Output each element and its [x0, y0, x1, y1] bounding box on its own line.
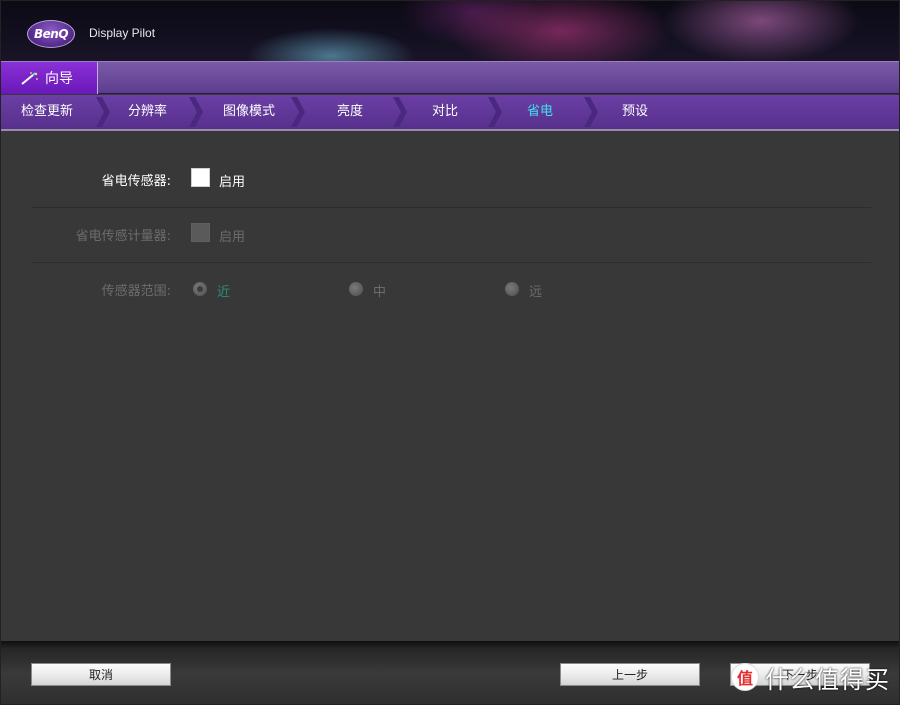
range-far-label[interactable]: 远: [529, 281, 542, 300]
step-resolution[interactable]: 分辨率: [128, 95, 167, 129]
power-sensor-label: 省电传感器:: [101, 174, 171, 189]
step-check-update[interactable]: 检查更新: [21, 95, 73, 129]
chevron-right-icon: [584, 97, 598, 127]
power-sensor-enable-label[interactable]: 启用: [219, 171, 245, 190]
display-pilot-window: BenQ Display Pilot 向导 检查更新 分辨率 图像模式 亮度 对…: [0, 0, 900, 705]
step-preset[interactable]: 预设: [622, 95, 648, 129]
range-far-radio[interactable]: [505, 282, 519, 296]
step-picture-mode[interactable]: 图像模式: [223, 95, 275, 129]
divider: [31, 207, 871, 208]
header-banner: BenQ Display Pilot: [1, 1, 899, 61]
watermark-badge-icon: 值: [731, 663, 759, 691]
wizard-steps: 检查更新 分辨率 图像模式 亮度 对比 省电 预设: [1, 95, 899, 131]
sensor-meter-enable-label[interactable]: 启用: [219, 226, 245, 245]
watermark-text: 什么值得买: [765, 665, 890, 694]
main-tab-bar: 向导: [1, 61, 899, 94]
chevron-right-icon: [189, 97, 203, 127]
watermark: 值 什么值得买: [731, 661, 890, 694]
step-contrast[interactable]: 对比: [432, 95, 458, 129]
range-medium-radio[interactable]: [349, 282, 363, 296]
sensor-range-label: 传感器范围:: [101, 284, 171, 299]
range-near-label[interactable]: 近: [217, 281, 230, 300]
step-power-saving[interactable]: 省电: [527, 95, 553, 129]
sensor-meter-label: 省电传感计量器:: [75, 229, 171, 244]
cancel-button[interactable]: 取消: [31, 663, 171, 686]
chevron-right-icon: [96, 97, 110, 127]
range-near-radio[interactable]: [193, 282, 207, 296]
range-medium-label[interactable]: 中: [373, 281, 386, 300]
divider: [31, 262, 871, 263]
step-brightness[interactable]: 亮度: [337, 95, 363, 129]
tab-wizard-label: 向导: [45, 71, 73, 87]
chevron-right-icon: [393, 97, 407, 127]
power-sensor-checkbox[interactable]: [191, 168, 210, 187]
back-button[interactable]: 上一步: [560, 663, 700, 686]
magic-wand-icon: [21, 72, 38, 85]
sensor-meter-checkbox[interactable]: [191, 223, 210, 242]
chevron-right-icon: [291, 97, 305, 127]
chevron-right-icon: [488, 97, 502, 127]
app-title: Display Pilot: [89, 26, 156, 40]
benq-logo: BenQ: [27, 20, 75, 48]
tab-wizard[interactable]: 向导: [1, 62, 98, 94]
